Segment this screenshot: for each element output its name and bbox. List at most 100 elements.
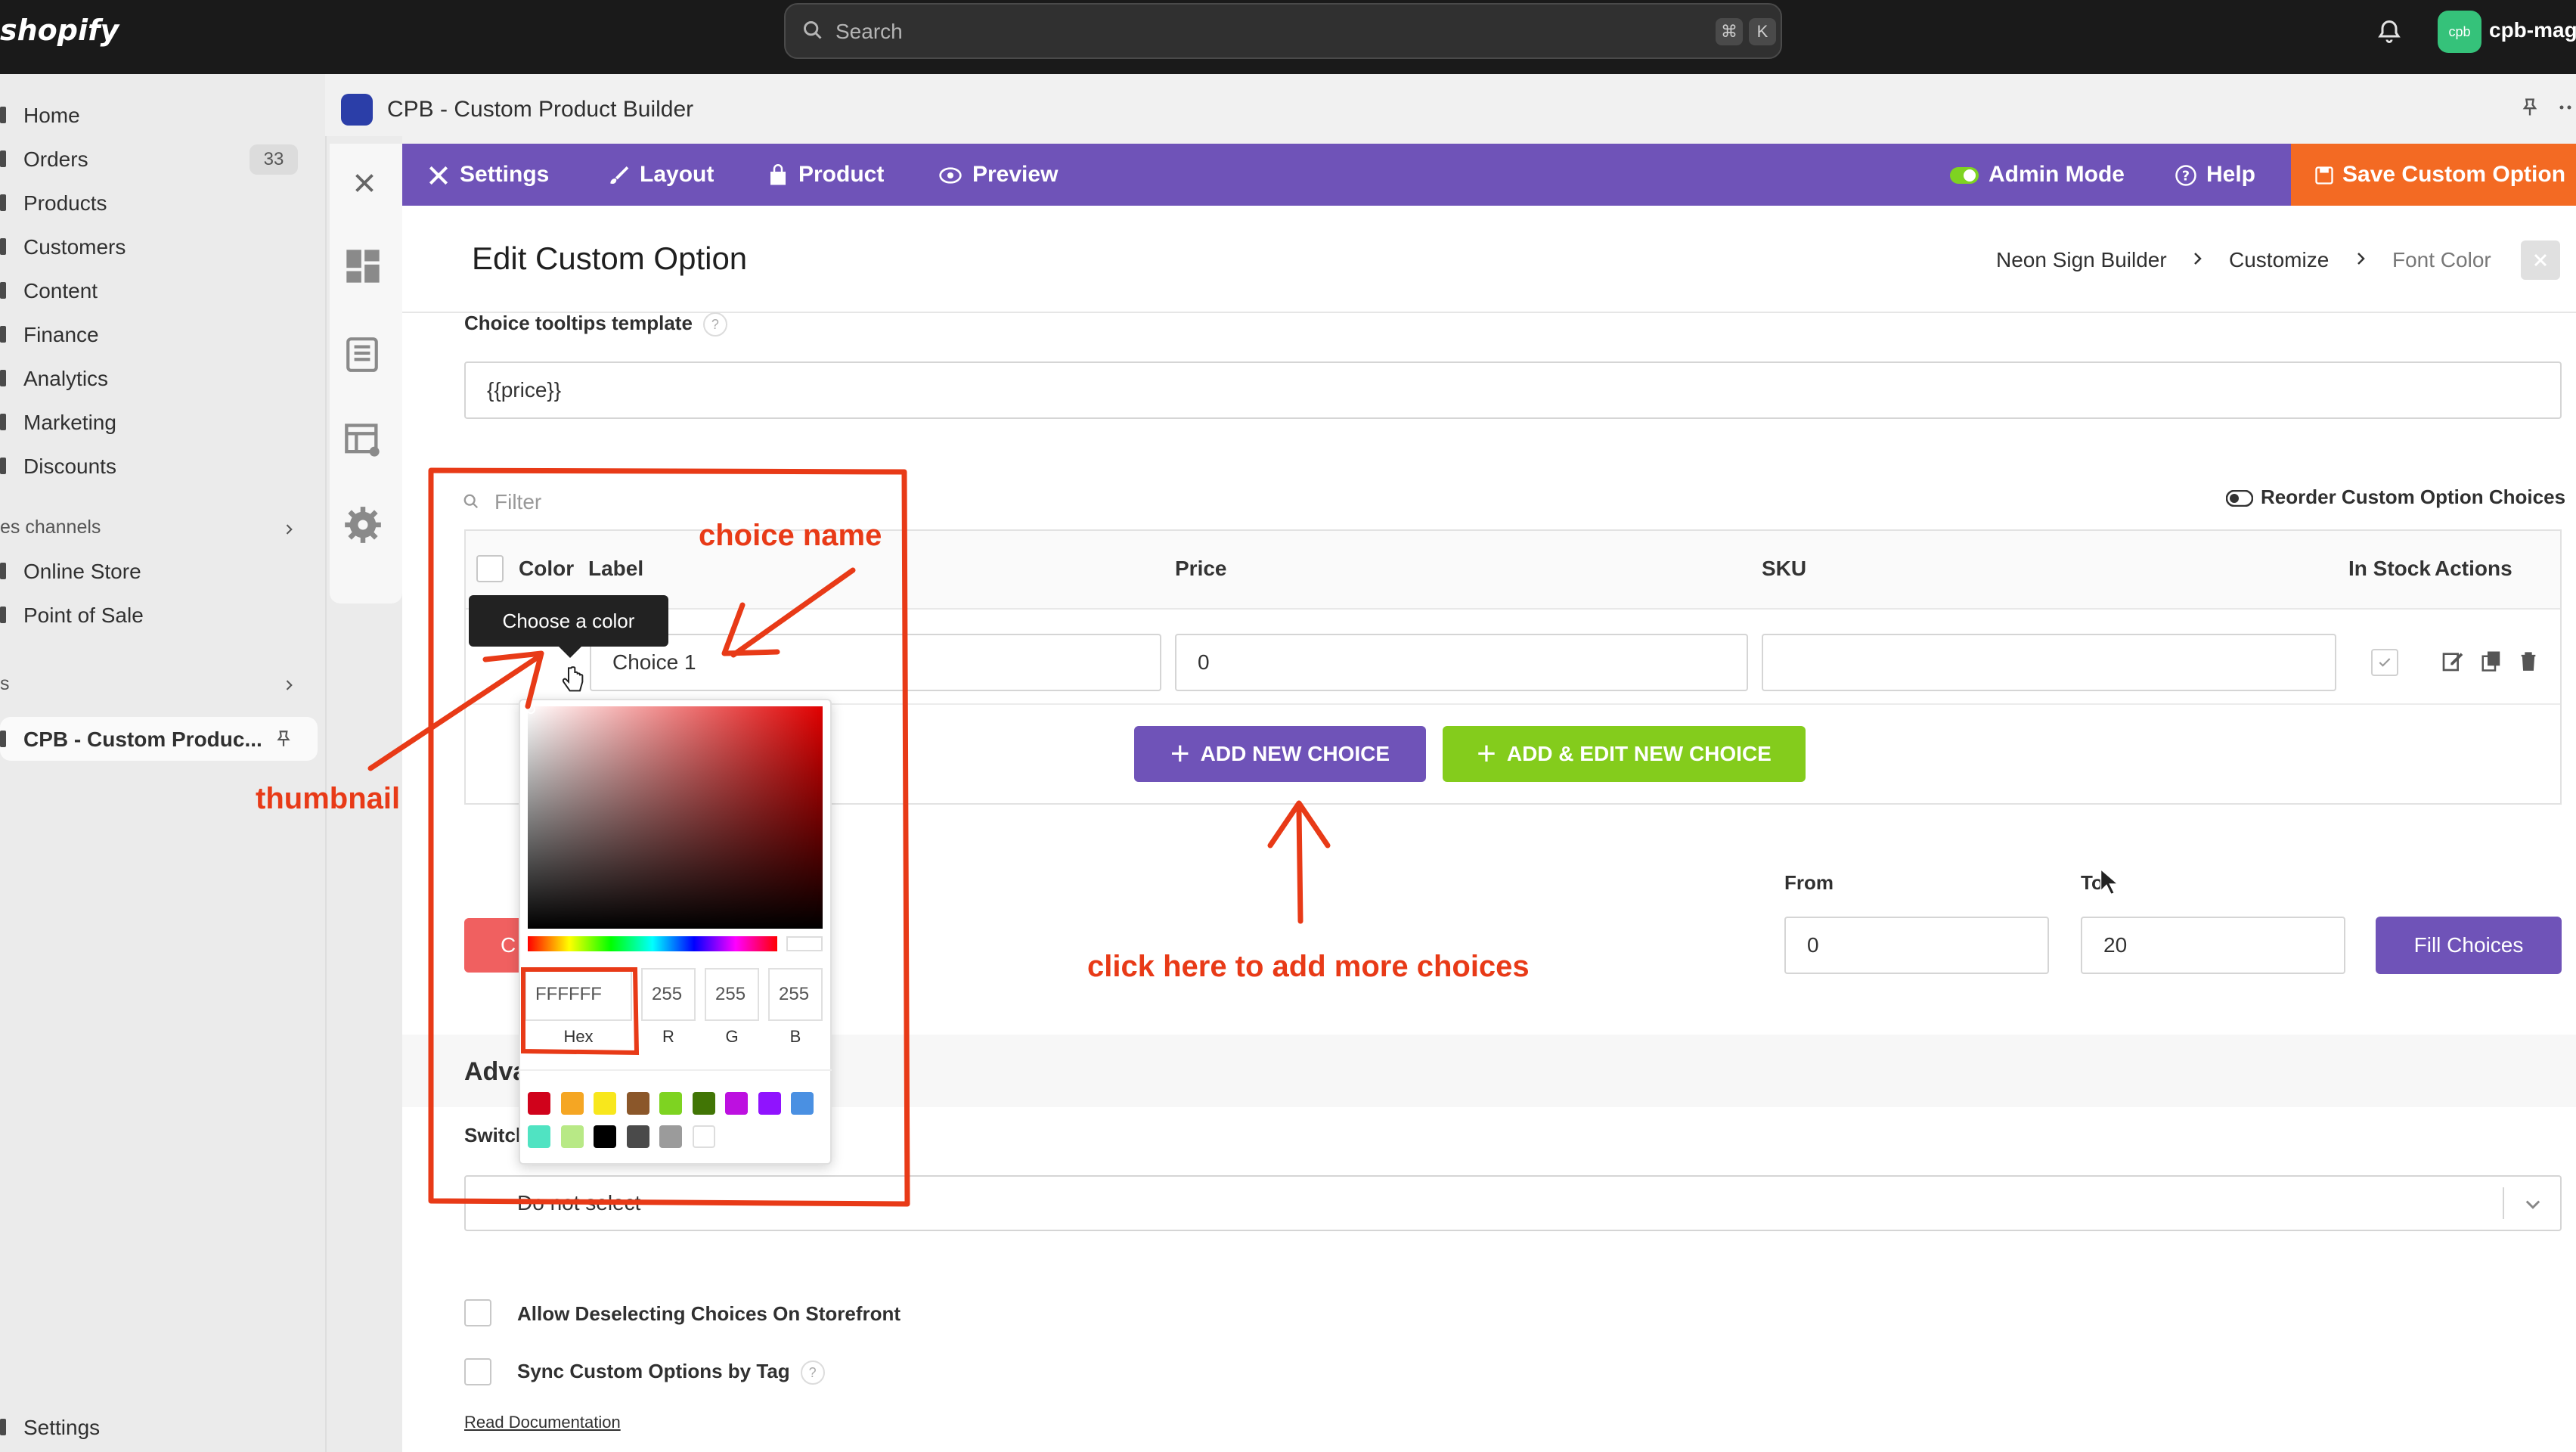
saturation-area[interactable] [528, 706, 823, 929]
color-swatch[interactable] [692, 1092, 715, 1115]
add-new-choice-label: ADD NEW CHOICE [1200, 742, 1390, 765]
color-swatch[interactable] [758, 1092, 781, 1115]
admin-mode-label: Admin Mode [1989, 162, 2125, 187]
toolbar-help[interactable]: ? Help [2175, 144, 2255, 206]
shopify-logo[interactable]: shopify [0, 14, 119, 47]
sidebar-item-content[interactable]: Content [0, 268, 318, 312]
column-in-stock: In Stock [2348, 557, 2431, 580]
in-stock-checkbox[interactable] [2371, 649, 2398, 676]
sidebar-item-cpb-app[interactable]: CPB - Custom Produc... [0, 717, 318, 761]
color-swatch[interactable] [560, 1092, 584, 1115]
choice-price-input[interactable]: 0 [1175, 634, 1748, 691]
plus-icon: + [1477, 735, 1496, 772]
duplicate-icon[interactable] [2480, 649, 2503, 673]
hue-slider[interactable] [528, 936, 777, 951]
read-documentation-link[interactable]: Read Documentation [464, 1413, 621, 1432]
choice-sku-input[interactable] [1762, 634, 2336, 691]
help-icon[interactable]: ? [800, 1360, 825, 1385]
close-icon[interactable] [351, 169, 378, 197]
sidebar-item-analytics[interactable]: Analytics [0, 356, 318, 400]
sidebar-item-home[interactable]: Home [0, 93, 318, 137]
green-input[interactable]: 255 [705, 968, 759, 1021]
sidebar-item-marketing[interactable]: Marketing [0, 400, 318, 444]
toolbar-layout[interactable]: Layout [606, 144, 714, 206]
store-name[interactable]: cpb-mago [2489, 18, 2576, 42]
tooltips-template-label: Choice tooltips template? [464, 312, 727, 337]
close-edit-button[interactable] [2521, 240, 2560, 280]
color-swatch[interactable] [692, 1125, 715, 1148]
hex-input[interactable]: FFFFFF [525, 968, 632, 1021]
add-new-choice-button[interactable]: + ADD NEW CHOICE [1134, 726, 1426, 782]
store-avatar[interactable]: cpb [2438, 11, 2481, 53]
add-edit-new-choice-button[interactable]: + ADD & EDIT NEW CHOICE [1443, 726, 1806, 782]
to-input[interactable]: 20 [2081, 917, 2345, 974]
sync-by-tag-checkbox[interactable] [464, 1358, 491, 1385]
tooltips-template-input[interactable]: {{price}} [464, 361, 2562, 419]
orders-icon [0, 150, 6, 167]
breadcrumb-item[interactable]: Customize [2229, 248, 2329, 272]
blue-input[interactable]: 255 [768, 968, 823, 1021]
shortcut-k-key: K [1749, 18, 1776, 45]
sidebar-item-online-store[interactable]: Online Store [0, 549, 318, 593]
admin-mode-toggle[interactable]: Admin Mode [1949, 144, 2125, 206]
toolbar-settings[interactable]: Settings [426, 144, 549, 206]
color-swatch[interactable] [626, 1092, 649, 1115]
finance-icon [0, 326, 6, 343]
allow-deselect-checkbox[interactable] [464, 1299, 491, 1326]
help-icon[interactable]: ? [702, 312, 727, 337]
chevron-right-icon[interactable] [281, 522, 296, 537]
color-swatch[interactable] [560, 1125, 584, 1148]
hand-cursor-icon [562, 666, 584, 692]
alpha-slider[interactable] [786, 936, 823, 951]
sidebar-item-products[interactable]: Products [0, 181, 318, 225]
from-input[interactable]: 0 [1784, 917, 2049, 974]
red-input[interactable]: 255 [641, 968, 696, 1021]
filter-input[interactable]: Filter [494, 490, 541, 514]
breadcrumb-item[interactable]: Neon Sign Builder [1996, 248, 2167, 272]
choice-label-input[interactable]: Choice 1 [590, 634, 1161, 691]
color-swatch[interactable] [626, 1125, 649, 1148]
reorder-choices-toggle[interactable]: Reorder Custom Option Choices [2225, 486, 2565, 509]
chevron-down-icon[interactable] [2522, 1193, 2543, 1215]
red-label: R [662, 1027, 674, 1046]
plus-icon: + [1170, 735, 1190, 772]
search-bar[interactable]: Search ⌘ K [784, 3, 1782, 59]
sidebar-item-finance[interactable]: Finance [0, 312, 318, 356]
more-icon[interactable] [2559, 101, 2574, 113]
list-icon[interactable] [343, 334, 381, 375]
select-all-checkbox[interactable] [476, 555, 504, 582]
home-icon [0, 107, 6, 123]
save-custom-option-button[interactable]: Save Custom Option [2291, 144, 2576, 206]
color-swatch[interactable] [791, 1092, 814, 1115]
toolbar-preview[interactable]: Preview [938, 144, 1058, 206]
table-settings-icon[interactable] [343, 420, 383, 460]
sidebar-item-settings[interactable]: Settings [0, 1405, 318, 1449]
color-swatch[interactable] [594, 1092, 616, 1115]
sidebar-item-orders[interactable]: Orders 33 [0, 137, 318, 181]
chevron-right-icon [2357, 253, 2365, 265]
color-swatch[interactable] [725, 1092, 748, 1115]
breadcrumb-current: Font Color [2392, 248, 2491, 271]
help-icon: ? [2175, 165, 2196, 186]
dashboard-icon[interactable] [343, 247, 383, 286]
color-swatch[interactable] [659, 1092, 682, 1115]
color-swatch[interactable] [528, 1125, 550, 1148]
sidebar-item-point-of-sale[interactable]: Point of Sale [0, 593, 318, 637]
pin-icon[interactable] [2519, 95, 2540, 119]
gear-icon[interactable] [343, 505, 383, 544]
color-swatch[interactable] [659, 1125, 682, 1148]
bell-icon[interactable] [2376, 17, 2403, 47]
trash-icon[interactable] [2518, 649, 2539, 673]
edit-icon[interactable] [2441, 649, 2465, 673]
fill-choices-button[interactable]: Fill Choices [2376, 917, 2562, 974]
saturation-handle[interactable] [526, 705, 535, 714]
sidebar-item-discounts[interactable]: Discounts [0, 444, 318, 488]
switch-select[interactable]: Do not select [464, 1175, 2562, 1231]
toolbar-product[interactable]: Product [767, 144, 884, 206]
color-swatch[interactable] [594, 1125, 616, 1148]
sidebar-item-customers[interactable]: Customers [0, 225, 318, 268]
chevron-right-icon[interactable] [281, 678, 296, 693]
pin-icon[interactable] [274, 728, 293, 750]
fill-choices-label: Fill Choices [2413, 933, 2524, 957]
color-swatch[interactable] [528, 1092, 550, 1115]
